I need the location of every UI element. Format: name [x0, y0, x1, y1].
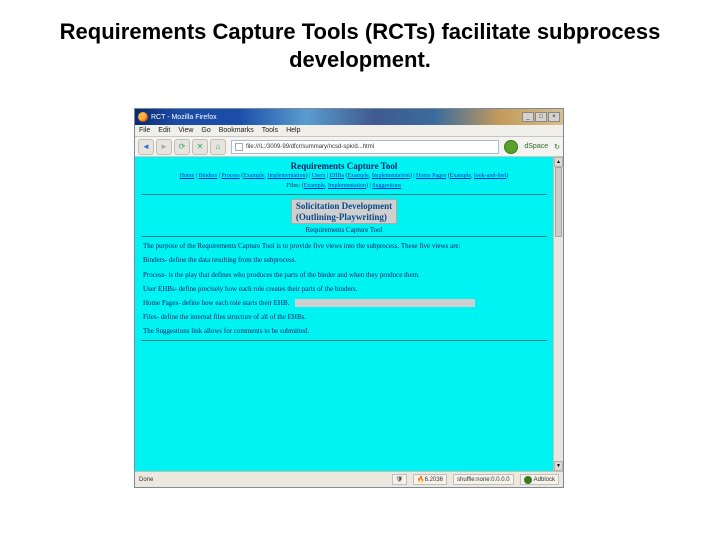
menu-go[interactable]: Go	[201, 127, 210, 134]
bullet-userehbs: User EHBs- define precisely how each rol…	[135, 282, 553, 296]
page-nav: Home | Binders | Process (Example, Imple…	[135, 173, 553, 183]
menu-tools[interactable]: Tools	[262, 127, 278, 134]
menu-help[interactable]: Help	[286, 127, 300, 134]
address-text: file:///L:/3009-99/dfcr/summary/ncsd-spk…	[246, 144, 374, 150]
home-button[interactable]: ⌂	[210, 139, 226, 155]
status-proxy[interactable]: shuffle:none:0.0.0.0	[453, 474, 514, 485]
closing-text: The Suggestions link allows for comments…	[135, 324, 553, 338]
slide: Requirements Capture Tools (RCTs) facili…	[0, 0, 720, 540]
bullet-process: Process- is the play that defines who pr…	[135, 268, 553, 282]
nav-users[interactable]: Users	[312, 173, 326, 179]
statusbar: Done 🛡 🔥 6.2036 shuffle:none:0.0.0.0 Adb…	[135, 471, 563, 487]
divider-2	[141, 236, 547, 237]
slide-title: Requirements Capture Tools (RCTs) facili…	[0, 0, 720, 79]
scroll-up-icon[interactable]: ▲	[554, 157, 563, 167]
go-button[interactable]	[504, 140, 518, 154]
back-button[interactable]: ◄	[138, 139, 154, 155]
nav-ehbs-impl[interactable]: Implementation	[372, 173, 410, 179]
scroll-thumb[interactable]	[555, 167, 562, 237]
nav-hp-laf[interactable]: look-and-feel	[474, 173, 506, 179]
nav-ehbs[interactable]: EHBs	[330, 173, 344, 179]
nav-binders[interactable]: Binders	[199, 173, 218, 179]
reload-button[interactable]: ⟳	[174, 139, 190, 155]
highlight-block: Solicitation Development (Outlining-Play…	[135, 199, 553, 235]
titlebar: RCT - Mozilla Firefox _ □ ×	[135, 109, 563, 125]
intro-text: The purpose of the Requirements Capture …	[135, 239, 553, 253]
nav-ehbs-example[interactable]: Example	[347, 173, 368, 179]
address-bar[interactable]: file:///L:/3009-99/dfcr/summary/ncsd-spk…	[231, 140, 499, 154]
forward-button[interactable]: ►	[156, 139, 172, 155]
status-done: Done	[139, 477, 153, 483]
close-button[interactable]: ×	[548, 112, 560, 122]
menu-bookmarks[interactable]: Bookmarks	[219, 127, 254, 134]
firefox-icon	[138, 112, 148, 122]
nav-process-impl[interactable]: Implementation	[268, 173, 306, 179]
toolbar-refresh-icon[interactable]: ↻	[554, 143, 560, 151]
window-title: RCT - Mozilla Firefox	[151, 114, 217, 121]
divider-1	[141, 194, 547, 195]
maximize-button[interactable]: □	[535, 112, 547, 122]
vertical-scrollbar[interactable]: ▲ ▼	[553, 157, 563, 471]
browser-window: RCT - Mozilla Firefox _ □ × File Edit Vi…	[134, 108, 564, 488]
highlight-line2: (Outlining-Playwriting)	[296, 212, 392, 223]
page-viewport: Requirements Capture Tool Home | Binders…	[135, 157, 553, 471]
nav-process[interactable]: Process	[221, 173, 239, 179]
files-label: Files:	[287, 183, 302, 189]
minimize-button[interactable]: _	[522, 112, 534, 122]
nav-home[interactable]: Home	[180, 173, 195, 179]
nav-hp-example[interactable]: Example	[450, 173, 471, 179]
bullet-binders: Binders- define the data resulting from …	[135, 253, 553, 267]
subcaption: Requirements Capture Tool	[135, 226, 553, 234]
toolbar: ◄ ► ⟳ ✕ ⌂ file:///L:/3009-99/dfcr/summar…	[135, 137, 563, 157]
menubar: File Edit View Go Bookmarks Tools Help	[135, 125, 563, 137]
zone-icon	[524, 476, 532, 484]
nav-homepages[interactable]: Home Pages	[416, 173, 446, 179]
divider-3	[141, 340, 547, 341]
scroll-down-icon[interactable]: ▼	[554, 461, 563, 471]
status-blocker[interactable]: 🔥 6.2036	[413, 474, 447, 485]
toolbar-right-label[interactable]: dSpace	[524, 143, 548, 150]
bullet-files: Files- define the internal files structu…	[135, 310, 553, 324]
menu-file[interactable]: File	[139, 127, 150, 134]
bullet-homepages: Home Pages- define how each role starts …	[135, 296, 553, 310]
grey-overlay	[295, 299, 475, 307]
window-buttons: _ □ ×	[522, 112, 560, 122]
page-icon	[235, 143, 243, 151]
highlight-box: Solicitation Development (Outlining-Play…	[291, 199, 397, 225]
menu-view[interactable]: View	[178, 127, 193, 134]
status-shield[interactable]: 🛡	[392, 474, 408, 485]
files-impl[interactable]: Implementation	[328, 183, 366, 189]
menu-edit[interactable]: Edit	[158, 127, 170, 134]
nav-process-example[interactable]: Example	[243, 173, 264, 179]
page-heading: Requirements Capture Tool	[135, 157, 553, 173]
files-line: Files: (Example, Implementation) | Sugge…	[135, 183, 553, 192]
status-zone[interactable]: Adblock	[520, 474, 559, 485]
files-example[interactable]: Example	[304, 183, 325, 189]
highlight-line1: Solicitation Development	[296, 201, 392, 212]
stop-button[interactable]: ✕	[192, 139, 208, 155]
suggestions-link[interactable]: Suggestions	[372, 183, 401, 189]
